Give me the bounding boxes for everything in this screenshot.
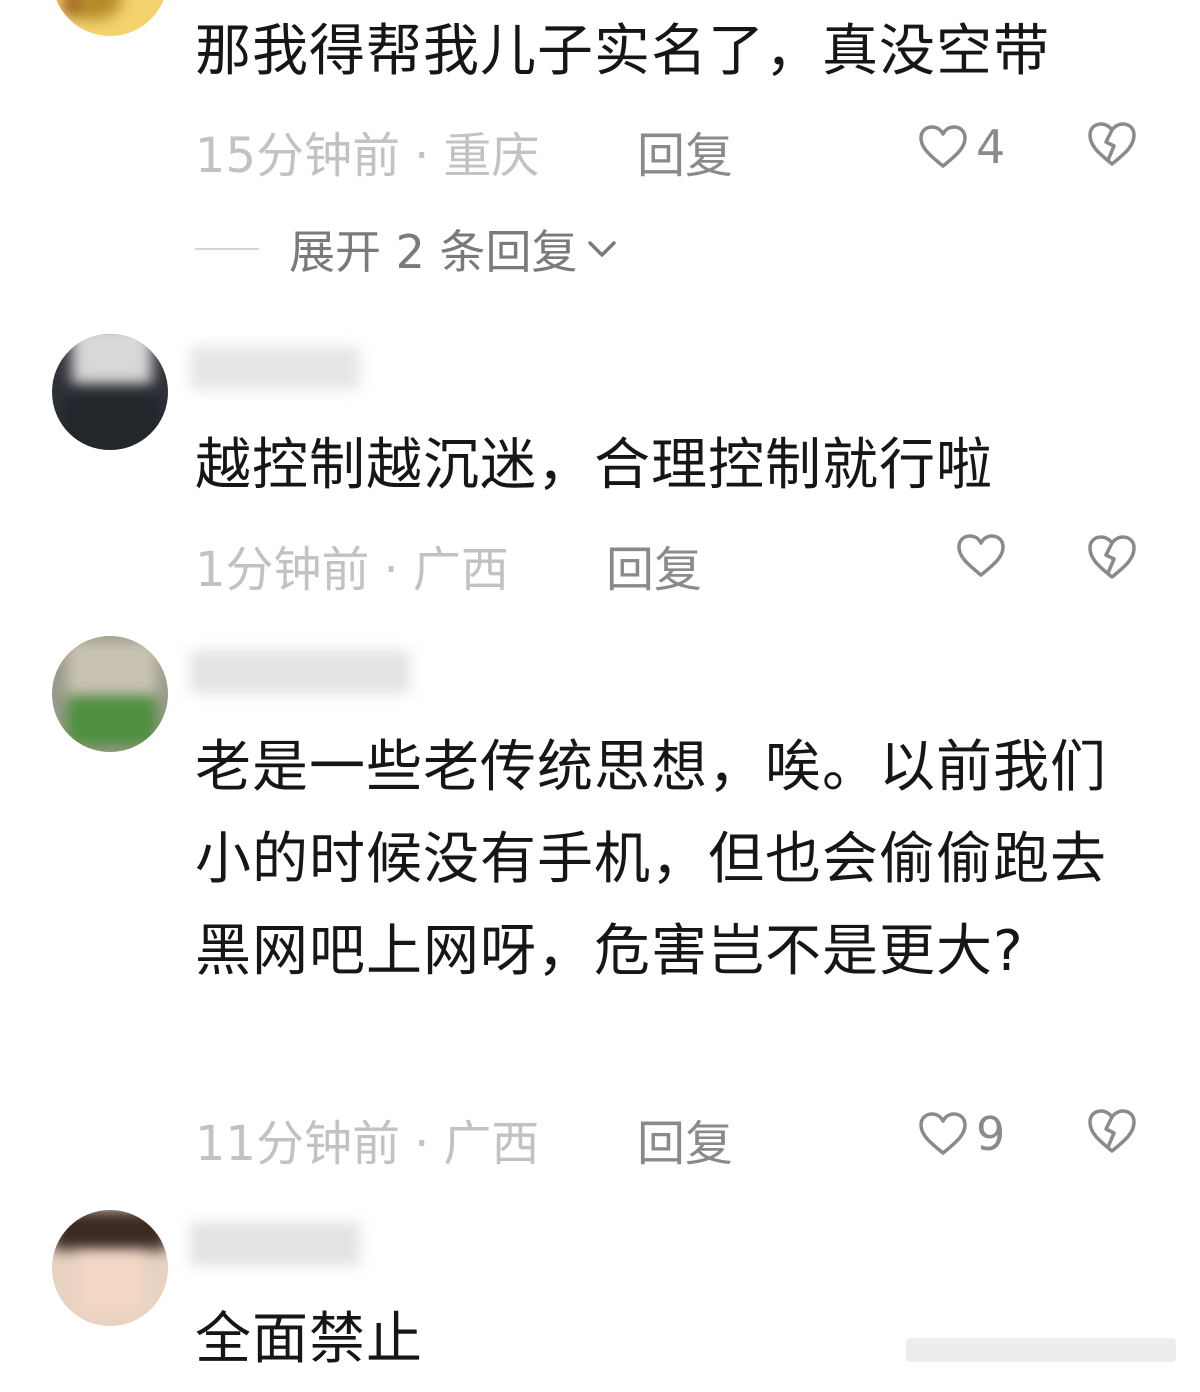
meta-separator: · bbox=[383, 542, 399, 598]
expand-replies-label: 展开 2 条回复 bbox=[289, 225, 578, 279]
comment-location: 重庆 bbox=[443, 128, 540, 184]
username-redacted bbox=[190, 650, 410, 694]
watermark bbox=[906, 1334, 1176, 1366]
broken-heart-icon[interactable] bbox=[1086, 120, 1138, 168]
comment-time: 1分钟前 bbox=[195, 542, 370, 598]
avatar[interactable] bbox=[52, 1210, 168, 1326]
comment-text: 越控制越沉迷，合理控制就行啦 bbox=[195, 433, 993, 498]
meta-separator: · bbox=[414, 1116, 430, 1172]
comment-location: 广西 bbox=[412, 542, 509, 598]
username-redacted bbox=[190, 346, 360, 390]
broken-heart-icon[interactable] bbox=[1086, 1107, 1138, 1155]
reply-button[interactable]: 回复 bbox=[637, 1104, 733, 1174]
comment-text: 老是一些老传统思想，唉。以前我们小的时候没有手机，但也会偷偷跑去黑网吧上网呀，危… bbox=[195, 735, 1107, 984]
like-count: 9 bbox=[976, 1107, 1006, 1161]
chevron-down-icon bbox=[587, 241, 616, 257]
comment-meta: 11分钟前 · 广西 bbox=[195, 1104, 539, 1174]
expand-replies-button[interactable]: 展开 2 条回复 bbox=[195, 216, 620, 282]
avatar[interactable] bbox=[52, 636, 168, 752]
like-button[interactable] bbox=[956, 533, 1006, 579]
expand-divider bbox=[195, 248, 259, 250]
like-count: 4 bbox=[976, 120, 1006, 174]
heart-outline-icon bbox=[919, 125, 967, 168]
broken-heart-icon[interactable] bbox=[1086, 533, 1138, 581]
comment-time: 15分钟前 bbox=[195, 128, 401, 184]
comment-text: 全面禁止 bbox=[195, 1307, 423, 1372]
like-button[interactable]: 4 bbox=[918, 120, 1005, 174]
comment-meta: 15分钟前 · 重庆 bbox=[195, 116, 539, 186]
comment-location: 广西 bbox=[443, 1116, 540, 1172]
avatar[interactable] bbox=[52, 0, 168, 36]
reply-button[interactable]: 回复 bbox=[637, 116, 733, 186]
comment-text: 那我得帮我儿子实名了，真没空带 bbox=[195, 19, 1050, 84]
heart-outline-icon bbox=[919, 1112, 967, 1155]
meta-separator: · bbox=[414, 128, 430, 184]
comment-time: 11分钟前 bbox=[195, 1116, 401, 1172]
like-button[interactable]: 9 bbox=[918, 1107, 1005, 1161]
comment-meta: 1分钟前 · 广西 bbox=[195, 530, 509, 600]
username-redacted bbox=[190, 1222, 360, 1266]
avatar[interactable] bbox=[52, 334, 168, 450]
heart-outline-icon bbox=[957, 534, 1005, 577]
reply-button[interactable]: 回复 bbox=[606, 530, 702, 600]
